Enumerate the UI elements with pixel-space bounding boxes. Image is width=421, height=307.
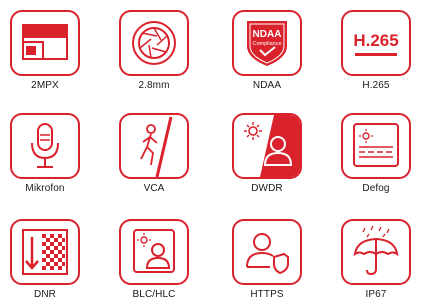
microphone-icon bbox=[31, 123, 59, 168]
feature-label: Mikrofon bbox=[25, 183, 65, 194]
feature-label: 2.8mm bbox=[138, 80, 170, 91]
feature-tile bbox=[119, 10, 189, 76]
h265-codec-icon: H.265 bbox=[353, 31, 399, 56]
feature-label: 2MPX bbox=[31, 80, 59, 91]
feature-dwdr: DWDR bbox=[225, 103, 309, 201]
noise-reduction-icon bbox=[22, 229, 68, 275]
feature-defog: Defog bbox=[334, 103, 418, 201]
feature-tile bbox=[341, 113, 411, 179]
feature-label: DNR bbox=[34, 289, 56, 300]
feature-tile bbox=[10, 10, 80, 76]
feature-tile: NDAA Compliance bbox=[232, 10, 302, 76]
feature-tile bbox=[341, 219, 411, 285]
badge-subtitle: Compliance bbox=[252, 41, 281, 47]
feature-label: VCA bbox=[143, 183, 165, 194]
feature-label: Defog bbox=[362, 183, 390, 194]
feature-grid: 2MPX 2.8mm NDAA Compliance NDAA H.265 H.… bbox=[0, 0, 421, 307]
feature-ndaa: NDAA Compliance NDAA bbox=[225, 0, 309, 98]
feature-https: HTTPS bbox=[225, 209, 309, 307]
feature-dnr: DNR bbox=[3, 209, 87, 307]
lens-aperture-icon bbox=[132, 21, 176, 65]
feature-label: DWDR bbox=[251, 183, 283, 194]
backlight-person-icon bbox=[133, 229, 175, 273]
feature-label: H.265 bbox=[362, 80, 390, 91]
feature-label: HTTPS bbox=[250, 289, 284, 300]
feature-tile: H.265 bbox=[341, 10, 411, 76]
feature-microphone: Mikrofon bbox=[3, 103, 87, 201]
feature-h265: H.265 H.265 bbox=[334, 0, 418, 98]
badge-title: NDAA bbox=[253, 29, 282, 40]
walking-person-tripwire-icon bbox=[140, 116, 173, 177]
feature-label: BLC/HLC bbox=[132, 289, 176, 300]
resolution-icon bbox=[22, 24, 68, 60]
user-shield-icon bbox=[246, 233, 289, 275]
codec-text: H.265 bbox=[353, 31, 398, 50]
feature-tile bbox=[10, 113, 80, 179]
feature-tile bbox=[119, 219, 189, 285]
umbrella-rain-icon bbox=[353, 225, 399, 276]
feature-tile bbox=[232, 113, 302, 179]
feature-tile bbox=[232, 219, 302, 285]
feature-ip67: IP67 bbox=[334, 209, 418, 307]
feature-tile bbox=[10, 219, 80, 285]
sun-person-contrast-icon bbox=[244, 115, 300, 177]
ndaa-compliance-badge-icon: NDAA Compliance bbox=[247, 21, 287, 66]
feature-lens: 2.8mm bbox=[112, 0, 196, 98]
feature-2mpx: 2MPX bbox=[3, 0, 87, 98]
fog-sun-icon bbox=[353, 123, 399, 167]
feature-label: NDAA bbox=[252, 80, 282, 91]
feature-blc-hlc: BLC/HLC bbox=[112, 209, 196, 307]
feature-label: IP67 bbox=[365, 289, 387, 300]
feature-tile bbox=[119, 113, 189, 179]
feature-vca: VCA bbox=[112, 103, 196, 201]
